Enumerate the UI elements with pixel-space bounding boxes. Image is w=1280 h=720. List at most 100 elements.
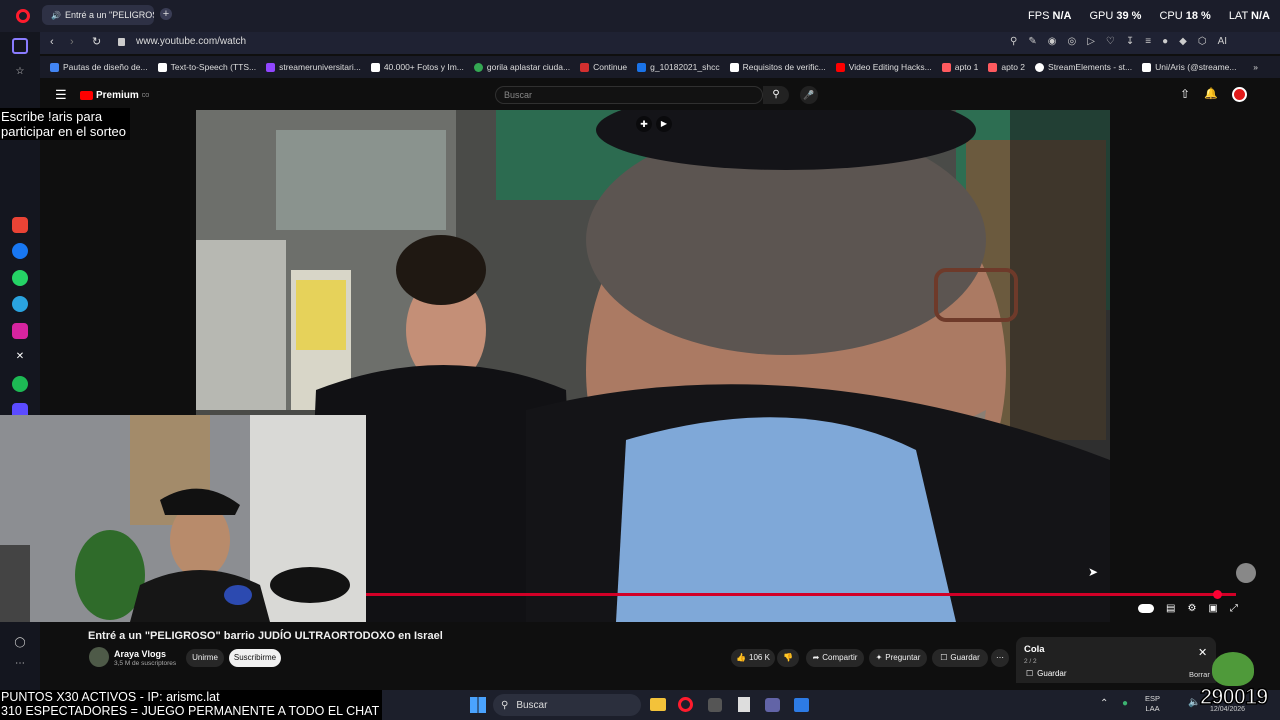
tray-chevron-icon[interactable]: ⌃ bbox=[1100, 698, 1108, 709]
profile-icon[interactable]: ● bbox=[1162, 36, 1168, 47]
back-icon[interactable]: ‹ bbox=[50, 36, 54, 48]
home-icon[interactable] bbox=[12, 38, 28, 54]
telegram-icon[interactable] bbox=[12, 296, 28, 312]
join-button[interactable]: Unirme bbox=[186, 649, 224, 667]
play-icon[interactable]: ▷ bbox=[1087, 36, 1095, 47]
avatar[interactable] bbox=[1232, 87, 1247, 102]
video-overlay-buttons: ✚ ▶ bbox=[636, 116, 672, 132]
ask-button[interactable]: ✦ Preguntar bbox=[869, 649, 927, 667]
bookmarks-overflow-icon[interactable]: » bbox=[1253, 62, 1258, 72]
heart-icon[interactable]: ♡ bbox=[1106, 36, 1115, 47]
subscriber-count: 3,5 M de suscriptores bbox=[114, 660, 177, 667]
channel-name[interactable]: Araya Vlogs bbox=[114, 649, 166, 659]
stat-gpu: GPU 39 % bbox=[1089, 10, 1142, 22]
autoplay-toggle[interactable] bbox=[1138, 604, 1154, 613]
dislike-button[interactable]: 👎 bbox=[777, 649, 799, 667]
opera-logo-icon[interactable] bbox=[16, 9, 30, 23]
lightbulb-icon[interactable]: ◯ bbox=[12, 635, 28, 651]
bookmark-item[interactable]: StreamElements - st... bbox=[1035, 62, 1132, 72]
bookmark-item[interactable]: apto 1 bbox=[941, 62, 978, 72]
channel-avatar[interactable] bbox=[89, 647, 109, 667]
subtitles-icon[interactable]: ▤ bbox=[1166, 603, 1175, 614]
bookmark-icon: ☐ bbox=[1026, 669, 1034, 678]
edit-icon[interactable]: ✎ bbox=[1028, 36, 1036, 47]
bookmark-item[interactable]: streameruniversitari... bbox=[266, 62, 361, 72]
upload-icon[interactable]: ⇧ bbox=[1180, 87, 1190, 101]
app-icon[interactable] bbox=[708, 698, 722, 712]
windows-start-icon[interactable] bbox=[470, 697, 486, 713]
bookmark-item[interactable]: g_10182021_shcc bbox=[637, 62, 720, 72]
bookmark-item[interactable]: Video Editing Hacks... bbox=[835, 62, 932, 72]
bookmark-icon bbox=[157, 62, 167, 72]
share-button[interactable]: ➦ Compartir bbox=[806, 649, 864, 667]
queue-clear-button[interactable]: Borrar bbox=[1189, 670, 1210, 679]
performance-stats: FPS N/A GPU 39 % CPU 18 % LAT N/A bbox=[1028, 10, 1270, 22]
extension-icon[interactable]: ◆ bbox=[1179, 36, 1187, 47]
bookmark-item[interactable]: 40.000+ Fotos y Im... bbox=[370, 62, 464, 72]
download-icon[interactable]: ↧ bbox=[1126, 36, 1134, 47]
url-field[interactable]: www.youtube.com/watch bbox=[136, 36, 246, 47]
messenger-icon[interactable] bbox=[12, 243, 28, 259]
forward-icon[interactable]: › bbox=[70, 36, 74, 48]
more-icon[interactable]: ⋯ bbox=[12, 656, 28, 672]
search-icon[interactable]: ⚲ bbox=[1010, 36, 1017, 47]
progress-bar[interactable] bbox=[366, 593, 1236, 596]
opera-taskbar-icon[interactable] bbox=[678, 697, 693, 712]
cube-icon[interactable]: ⬡ bbox=[1198, 36, 1207, 47]
volume-icon[interactable]: 🔈 bbox=[1188, 697, 1200, 708]
close-icon[interactable]: ✕ bbox=[1198, 646, 1207, 659]
stat-cpu: CPU 18 % bbox=[1159, 10, 1211, 22]
browser-tab[interactable]: 🔊 Entré a un "PELIGROSO bbox=[42, 5, 154, 25]
teams-icon[interactable] bbox=[765, 698, 780, 712]
camera-icon[interactable]: ◉ bbox=[1048, 36, 1057, 47]
instagram-icon[interactable] bbox=[12, 323, 28, 339]
settings-icon[interactable]: ⚙ bbox=[1187, 603, 1196, 614]
miniplayer-icon[interactable]: ▣ bbox=[1208, 603, 1217, 614]
bookmark-item[interactable]: Uni/Aris (@streame... bbox=[1142, 62, 1237, 72]
x-icon[interactable]: ✕ bbox=[12, 349, 28, 365]
expand-icon[interactable]: ✚ bbox=[636, 116, 652, 132]
bookmark-item[interactable]: apto 2 bbox=[988, 62, 1025, 72]
voice-search-button[interactable]: 🎤 bbox=[800, 86, 818, 104]
bookmark-item[interactable]: Continue bbox=[580, 62, 627, 72]
tab-title: Entré a un "PELIGROSO bbox=[64, 10, 154, 20]
shield-icon[interactable]: ◎ bbox=[1067, 36, 1076, 47]
spotify-icon[interactable] bbox=[12, 376, 28, 392]
queue-save-button[interactable]: ☐ Guardar bbox=[1026, 669, 1067, 678]
hamburger-icon[interactable]: ☰ bbox=[55, 87, 67, 103]
taskbar-search[interactable]: ⚲ Buscar bbox=[493, 694, 641, 716]
stat-lat: LAT N/A bbox=[1228, 10, 1270, 22]
mic-tray-icon[interactable]: ● bbox=[1122, 698, 1128, 709]
pip-icon[interactable]: ▶ bbox=[656, 116, 672, 132]
menu-icon[interactable]: ≡ bbox=[1145, 36, 1151, 47]
bookmark-icon bbox=[370, 62, 380, 72]
reload-icon[interactable]: ↻ bbox=[92, 35, 101, 48]
like-button[interactable]: 👍 106 K bbox=[731, 649, 775, 667]
search-input[interactable]: Buscar bbox=[495, 86, 763, 104]
bookmark-item[interactable]: Pautas de diseño de... bbox=[50, 62, 148, 72]
points-text: PUNTOS X30 ACTIVOS - IP: arismc.lat bbox=[1, 690, 220, 704]
mouse-cursor-icon: ➤ bbox=[1088, 565, 1099, 579]
ai-icon[interactable]: AI bbox=[1218, 36, 1227, 47]
language-indicator[interactable]: ESP LAA bbox=[1145, 694, 1160, 714]
document-icon[interactable] bbox=[738, 697, 750, 712]
search-button[interactable]: ⚲ bbox=[763, 86, 789, 104]
bookmark-item[interactable]: Requisitos de verific... bbox=[729, 62, 826, 72]
more-actions-button[interactable]: ⋯ bbox=[991, 649, 1009, 667]
store-icon[interactable] bbox=[794, 698, 809, 712]
bookmark-item[interactable]: Text-to-Speech (TTS... bbox=[157, 62, 256, 72]
whatsapp-icon[interactable] bbox=[12, 270, 28, 286]
progress-scrubber[interactable] bbox=[1213, 590, 1222, 599]
save-button[interactable]: ☐ Guardar bbox=[932, 649, 988, 667]
gmail-icon[interactable] bbox=[12, 217, 28, 233]
subscribe-button[interactable]: Suscribirme bbox=[229, 649, 281, 667]
notifications-icon[interactable]: 🔔 bbox=[1204, 87, 1218, 100]
youtube-logo[interactable]: Premium CO bbox=[80, 90, 149, 101]
fullscreen-icon[interactable]: ⤢ bbox=[1230, 603, 1238, 614]
file-explorer-icon[interactable] bbox=[650, 698, 666, 711]
speaker-icon[interactable]: 🔊 bbox=[51, 11, 61, 20]
bookmark-item[interactable]: gorila aplastar ciuda... bbox=[473, 62, 570, 72]
pin-icon[interactable]: ☆ bbox=[12, 64, 28, 80]
new-tab-button[interactable]: + bbox=[160, 8, 172, 20]
chat-bubble-icon[interactable] bbox=[1236, 563, 1256, 583]
